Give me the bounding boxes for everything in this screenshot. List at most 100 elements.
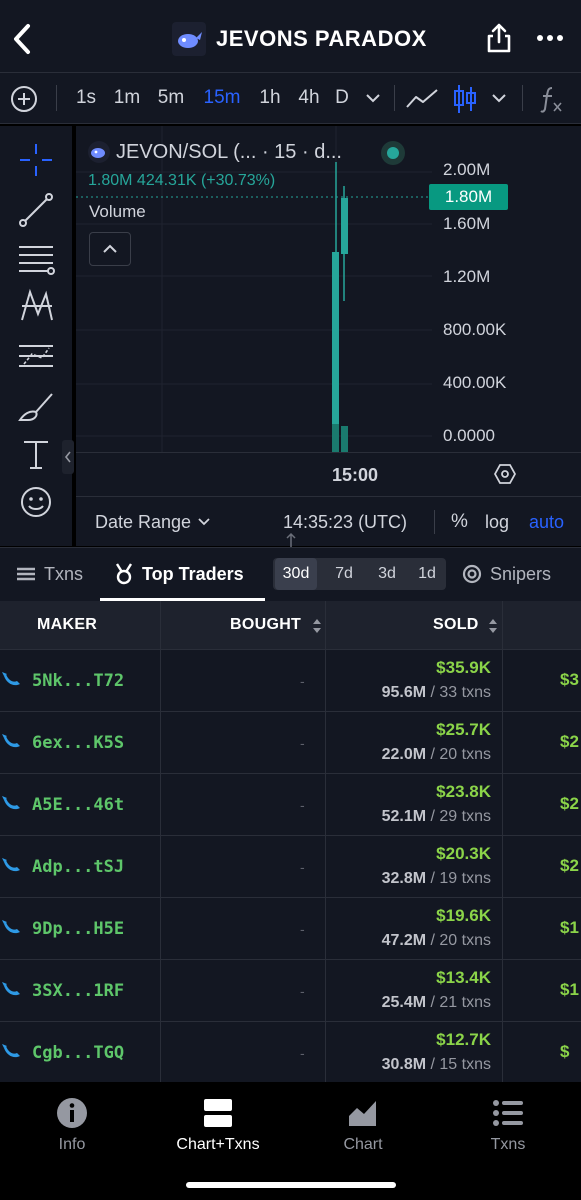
- traders-table-body: 5Nk...T72 - $35.9K 95.6M / 33 txns $3 6e…: [0, 650, 581, 1082]
- crosshair-icon[interactable]: [16, 140, 56, 180]
- drawing-tools-sidebar: [0, 126, 72, 546]
- sort-icon[interactable]: [487, 617, 499, 635]
- list-icon: [17, 567, 35, 581]
- medal-icon: [115, 563, 133, 585]
- next-column-value: $3: [560, 670, 579, 689]
- bought-value: -: [300, 983, 305, 999]
- next-column-value: $2: [560, 856, 579, 875]
- candlestick-icon[interactable]: [450, 83, 480, 115]
- maker-address[interactable]: 5Nk...T72: [32, 650, 124, 712]
- chart-settings-icon[interactable]: [494, 463, 516, 485]
- volume-bar: [341, 426, 348, 452]
- utc-clock[interactable]: 14:35:23 (UTC): [283, 497, 407, 547]
- toolbar-divider: [56, 85, 57, 111]
- line-chart-icon[interactable]: [404, 85, 440, 113]
- interval-1h[interactable]: 1h: [254, 73, 286, 123]
- collapse-legend-button[interactable]: [89, 232, 131, 266]
- cell-divider: [502, 898, 503, 960]
- interval-1m[interactable]: 1m: [110, 73, 144, 123]
- table-row[interactable]: 6ex...K5S - $25.7K 22.0M / 20 txns $2: [0, 712, 581, 774]
- table-row[interactable]: 9Dp...H5E - $19.6K 47.2M / 20 txns $1: [0, 898, 581, 960]
- cell-divider: [325, 712, 326, 774]
- sold-detail: 30.8M / 15 txns: [381, 1056, 491, 1073]
- interval-1s[interactable]: 1s: [70, 73, 102, 123]
- sold-amount: 22.0M: [381, 746, 427, 763]
- split-view-icon: [204, 1099, 232, 1127]
- maker-address[interactable]: 6ex...K5S: [32, 712, 124, 774]
- interval-4h[interactable]: 4h: [292, 73, 326, 123]
- interval-5m[interactable]: 5m: [152, 73, 190, 123]
- sold-amount: 52.1M: [381, 808, 427, 825]
- info-icon: [57, 1098, 87, 1128]
- trend-line-icon[interactable]: [16, 190, 56, 230]
- maker-address[interactable]: A5E...46t: [32, 774, 124, 836]
- share-icon[interactable]: [484, 22, 514, 54]
- column-maker[interactable]: MAKER: [37, 601, 97, 649]
- back-arrow-icon[interactable]: [8, 20, 38, 58]
- cell-divider: [160, 836, 161, 898]
- maker-address[interactable]: Adp...tSJ: [32, 836, 124, 898]
- footer-divider: [434, 510, 435, 534]
- tab-txns-label: Txns: [44, 564, 84, 584]
- period-1d[interactable]: 1d: [406, 558, 448, 590]
- sort-icon[interactable]: [311, 617, 323, 635]
- table-row[interactable]: 5Nk...T72 - $35.9K 95.6M / 33 txns $3: [0, 650, 581, 712]
- time-axis[interactable]: 15:00: [76, 452, 581, 496]
- bought-value: -: [300, 921, 305, 937]
- maker-address[interactable]: 3SX...1RF: [32, 960, 124, 1022]
- brush-icon[interactable]: [16, 386, 56, 426]
- column-bought[interactable]: BOUGHT: [230, 601, 301, 649]
- tab-top-traders-label: Top Traders: [142, 564, 244, 584]
- market-open-dot-icon: [381, 141, 405, 165]
- toolbar-divider: [522, 85, 523, 111]
- column-divider: [325, 601, 326, 649]
- price-chart[interactable]: JEVON/SOL (... · 15 · d... 1.80M 424.31K…: [76, 126, 581, 492]
- percent-toggle[interactable]: %: [451, 497, 468, 547]
- nav-chart-txns[interactable]: Chart+Txns: [158, 1096, 278, 1154]
- volume-bar: [332, 424, 339, 452]
- home-indicator[interactable]: [186, 1182, 396, 1188]
- period-3d[interactable]: 3d: [366, 558, 408, 590]
- whale-icon: [2, 734, 20, 748]
- log-toggle[interactable]: log: [485, 497, 509, 547]
- interval-15m[interactable]: 15m: [199, 73, 245, 123]
- period-7d[interactable]: 7d: [323, 558, 365, 590]
- whale-icon: [2, 1044, 20, 1058]
- tab-txns[interactable]: Txns: [16, 548, 83, 600]
- cell-divider: [160, 712, 161, 774]
- nav-txns[interactable]: Txns: [448, 1096, 568, 1154]
- list-bullets-icon: [493, 1100, 523, 1126]
- nav-chart[interactable]: Chart: [303, 1096, 423, 1154]
- text-tool-icon[interactable]: [16, 434, 56, 474]
- table-row[interactable]: Adp...tSJ - $20.3K 32.8M / 19 txns $2: [0, 836, 581, 898]
- table-row[interactable]: Cgb...TGQ - $12.7K 30.8M / 15 txns $: [0, 1022, 581, 1082]
- pair-legend[interactable]: JEVON/SOL (... · 15 · d...: [88, 138, 342, 166]
- column-sold[interactable]: SOLD: [433, 601, 479, 649]
- tab-top-traders[interactable]: Top Traders: [114, 548, 244, 600]
- pattern-tool-icon[interactable]: [16, 286, 56, 326]
- token-mini-logo-icon: [88, 141, 110, 163]
- date-range-dropdown[interactable]: Date Range: [95, 497, 211, 547]
- forecast-tool-icon[interactable]: [16, 336, 56, 376]
- add-indicator-icon[interactable]: [10, 85, 38, 113]
- fib-lines-icon[interactable]: [16, 238, 56, 278]
- period-30d[interactable]: 30d: [275, 558, 317, 590]
- maker-address[interactable]: 9Dp...H5E: [32, 898, 124, 960]
- maker-address[interactable]: Cgb...TGQ: [32, 1022, 124, 1082]
- collapse-toolbar-handle[interactable]: [62, 440, 74, 474]
- interval-dropdown-icon[interactable]: [364, 91, 382, 105]
- table-row[interactable]: A5E...46t - $23.8K 52.1M / 29 txns $2: [0, 774, 581, 836]
- nav-info[interactable]: Info: [12, 1096, 132, 1154]
- cell-divider: [502, 774, 503, 836]
- emoji-icon[interactable]: [16, 482, 56, 522]
- function-icon[interactable]: [538, 85, 564, 113]
- table-row[interactable]: 3SX...1RF - $13.4K 25.4M / 21 txns $1: [0, 960, 581, 1022]
- more-options-icon[interactable]: [536, 26, 564, 50]
- sold-amount: 32.8M: [381, 870, 427, 887]
- tab-snipers[interactable]: Snipers: [462, 548, 551, 600]
- interval-D[interactable]: D: [330, 73, 354, 123]
- chart-type-dropdown-icon[interactable]: [490, 91, 508, 105]
- cell-divider: [502, 1022, 503, 1082]
- auto-scale-toggle[interactable]: auto: [529, 497, 564, 547]
- cell-divider: [160, 774, 161, 836]
